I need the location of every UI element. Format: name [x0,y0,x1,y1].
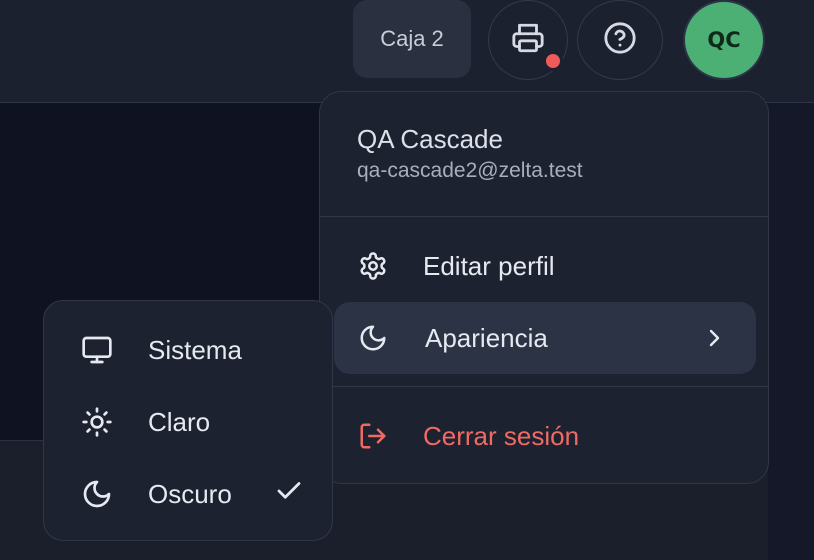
appearance-item[interactable]: Apariencia [334,302,756,374]
theme-option-label: Oscuro [148,478,232,509]
theme-option-system[interactable]: Sistema [44,320,332,380]
user-avatar-button[interactable]: QC [683,0,765,80]
menu-divider [320,216,768,217]
theme-option-label: Sistema [148,334,242,365]
gear-icon [355,248,391,284]
avatar-initials: QC [707,28,741,52]
logout-icon [355,418,391,454]
sun-icon [80,405,114,439]
checkmark-icon [274,476,304,513]
user-email: qa-cascade2@zelta.test [357,159,583,182]
help-button[interactable] [577,0,663,80]
moon-icon [80,477,114,511]
help-icon [603,21,637,60]
printer-button[interactable] [488,0,568,80]
printer-status-dot [543,51,563,71]
user-menu: QA Cascade qa-cascade2@zelta.test Editar… [319,91,769,484]
theme-option-dark[interactable]: Oscuro [44,464,332,524]
monitor-icon [80,333,114,367]
logout-item[interactable]: Cerrar sesión [334,400,756,472]
printer-icon [511,21,545,60]
user-name: QA Cascade [357,124,503,154]
edit-profile-label: Editar perfil [423,250,555,281]
menu-divider [320,386,768,387]
theme-option-label: Claro [148,406,211,437]
appearance-submenu: Sistema Claro Oscuro [43,300,333,541]
register-selector-button[interactable]: Caja 2 [353,0,471,78]
moon-icon [355,320,391,356]
logout-label: Cerrar sesión [423,420,580,451]
register-label: Caja 2 [380,26,444,51]
user-info: QA Cascade qa-cascade2@zelta.test [357,122,583,186]
theme-option-light[interactable]: Claro [44,392,332,452]
background-strip [768,103,814,560]
appearance-label: Apariencia [425,322,548,353]
chevron-right-icon [702,326,726,357]
edit-profile-item[interactable]: Editar perfil [334,230,756,302]
